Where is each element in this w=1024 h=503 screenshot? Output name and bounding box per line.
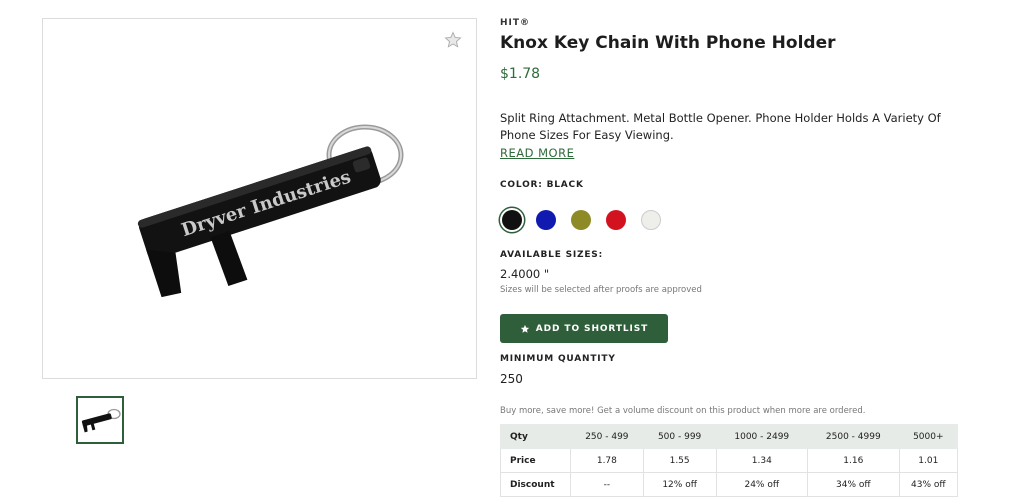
product-thumbnail[interactable]	[76, 396, 124, 444]
color-swatch-red[interactable]	[606, 210, 626, 230]
table-cell: 24% off	[715, 472, 809, 497]
table-row-label: Price	[500, 448, 571, 473]
table-cell: 43% off	[898, 472, 959, 497]
color-swatch-blue[interactable]	[536, 210, 556, 230]
star-outline-icon[interactable]	[444, 31, 462, 49]
star-icon	[520, 324, 529, 333]
table-cell: 1.16	[807, 448, 900, 473]
table-cell: 34% off	[807, 472, 900, 497]
color-swatch-olive[interactable]	[571, 210, 591, 230]
table-header-cell: Qty	[500, 424, 571, 449]
product-price: $1.78	[500, 66, 541, 82]
brand-name: HIT®	[500, 18, 531, 28]
table-header-cell: 2500 - 4999	[807, 424, 900, 449]
available-sizes-label: AVAILABLE SIZES:	[500, 250, 603, 260]
table-cell: 12% off	[642, 472, 717, 497]
table-header-cell: 5000+	[898, 424, 959, 449]
table-row: Price 1.78 1.55 1.34 1.16 1.01	[500, 448, 959, 473]
table-row-label: Discount	[500, 472, 571, 497]
table-row: Discount -- 12% off 24% off 34% off 43% …	[500, 472, 959, 497]
product-title: Knox Key Chain With Phone Holder	[500, 33, 836, 53]
minimum-quantity-value: 250	[500, 372, 523, 386]
read-more-link[interactable]: READ MORE	[500, 146, 574, 160]
table-cell: 1.34	[715, 448, 809, 473]
shortlist-button-label: ADD TO SHORTLIST	[535, 323, 649, 334]
table-cell: 1.55	[642, 448, 717, 473]
table-cell: 1.78	[570, 448, 644, 473]
product-main-image[interactable]: Dryver Industries	[42, 18, 477, 379]
pricing-table-header: Qty 250 - 499 500 - 999 1000 - 2499 2500…	[500, 424, 959, 449]
thumbnail-photo	[81, 408, 121, 433]
table-cell: 1.01	[898, 448, 959, 473]
color-swatch-white[interactable]	[641, 210, 661, 230]
table-header-cell: 250 - 499	[570, 424, 644, 449]
product-description: Split Ring Attachment. Metal Bottle Open…	[500, 111, 941, 142]
add-to-shortlist-button[interactable]: ADD TO SHORTLIST	[500, 314, 668, 343]
pricing-table: Qty 250 - 499 500 - 999 1000 - 2499 2500…	[500, 424, 959, 497]
product-photo: Dryver Industries	[137, 124, 404, 298]
table-header-cell: 1000 - 2499	[715, 424, 809, 449]
size-value: 2.4000 "	[500, 267, 550, 281]
table-header-cell: 500 - 999	[642, 424, 717, 449]
volume-discount-note: Buy more, save more! Get a volume discou…	[500, 406, 866, 416]
color-label: COLOR: BLACK	[500, 180, 584, 190]
minimum-quantity-label: MINIMUM QUANTITY	[500, 354, 616, 364]
size-note: Sizes will be selected after proofs are …	[500, 285, 702, 295]
color-swatch-black[interactable]	[502, 210, 522, 230]
table-cell: --	[570, 472, 644, 497]
